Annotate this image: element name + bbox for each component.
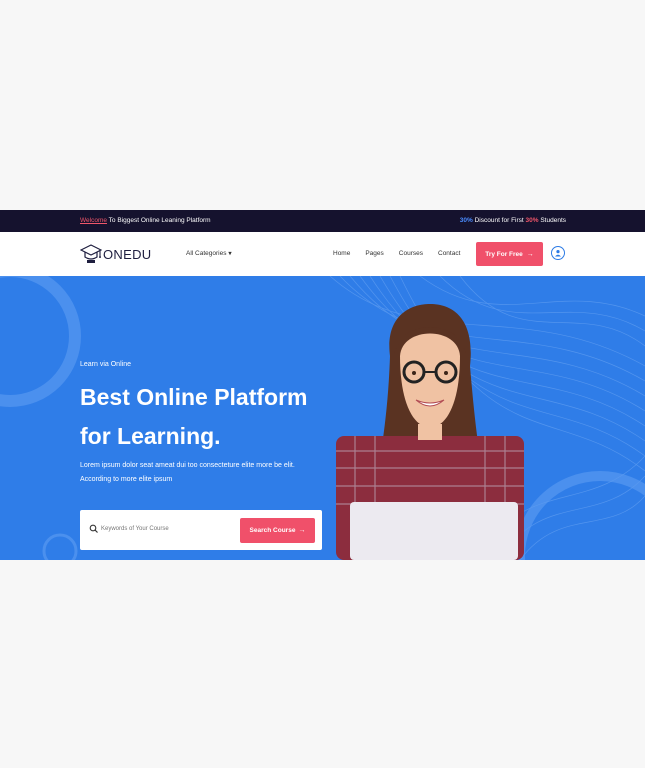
hero-title: Best Online Platform for Learning. xyxy=(80,378,350,456)
hero-title-line-1: Best Online Platform xyxy=(80,384,308,410)
try-for-free-label: Try For Free xyxy=(485,250,523,258)
nav-item-courses[interactable]: Courses xyxy=(399,250,423,257)
hero-description-line-2: According to more elite ipsum xyxy=(80,476,173,483)
categories-dropdown[interactable]: All Categories ▾ xyxy=(186,250,231,257)
website-frame: Welcome To Biggest Online Leaning Platfo… xyxy=(0,210,645,560)
search-course-label: Search Course xyxy=(249,527,296,534)
search-input[interactable]: Keywords of Your Course xyxy=(101,526,169,532)
welcome-message: Welcome To Biggest Online Leaning Platfo… xyxy=(80,217,211,224)
student-hero-image xyxy=(336,304,524,560)
chevron-down-icon: ▾ xyxy=(228,251,232,257)
hero-eyebrow: Learn via Online xyxy=(80,361,131,368)
categories-label: All Categories xyxy=(186,250,227,257)
nav-menu: Home Pages Courses Contact xyxy=(333,250,460,257)
logo-text: ONEDU xyxy=(103,246,152,262)
hero-description-line-1: Lorem ipsum dolor seat ameat dui too con… xyxy=(80,462,295,469)
nav-item-pages[interactable]: Pages xyxy=(365,250,383,257)
user-account-button[interactable] xyxy=(551,246,565,260)
discount-text: Discount for First xyxy=(472,217,526,224)
search-course-button[interactable]: Search Course → xyxy=(240,518,315,543)
hero-description: Lorem ipsum dolor seat ameat dui too con… xyxy=(80,459,320,487)
arrow-right-icon: → xyxy=(298,527,306,534)
site-logo[interactable]: ONEDU xyxy=(80,243,151,265)
hero-section: Learn via Online Best Online Platform fo… xyxy=(0,276,645,560)
discount-percent-2: 30% xyxy=(525,217,539,224)
arrow-right-icon: → xyxy=(526,250,534,258)
nav-item-contact[interactable]: Contact xyxy=(438,250,460,257)
main-navbar: ONEDU All Categories ▾ Home Pages Course… xyxy=(0,232,645,276)
course-search-box: Keywords of Your Course Search Course → xyxy=(80,510,322,550)
welcome-text: To Biggest Online Leaning Platform xyxy=(106,217,211,224)
try-for-free-button[interactable]: Try For Free → xyxy=(476,242,543,266)
welcome-link[interactable]: Welcome xyxy=(80,217,107,224)
graduation-cap-logo-icon xyxy=(80,244,102,263)
nav-item-home[interactable]: Home xyxy=(333,250,350,257)
discount-percent-1: 30% xyxy=(459,217,473,224)
user-icon xyxy=(555,250,561,257)
discount-message: 30% Discount for First 30% Students xyxy=(460,217,566,224)
announcement-bar: Welcome To Biggest Online Leaning Platfo… xyxy=(0,210,645,232)
hero-title-line-2: for Learning. xyxy=(80,423,221,449)
search-icon xyxy=(89,524,98,533)
discount-text-end: Students xyxy=(538,217,566,224)
